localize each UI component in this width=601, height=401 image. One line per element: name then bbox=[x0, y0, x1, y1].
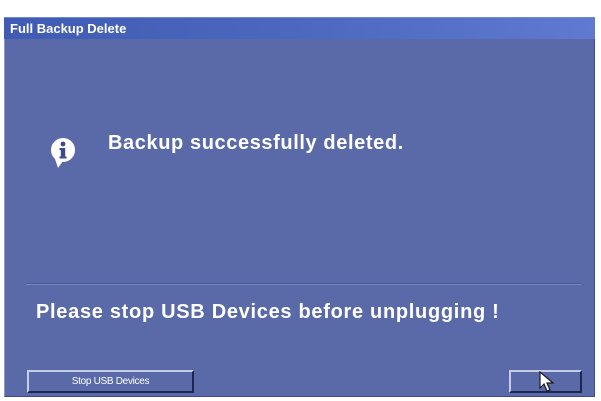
info-icon bbox=[51, 138, 75, 168]
status-message: Backup successfully deleted. bbox=[108, 132, 404, 154]
window-title: Full Backup Delete bbox=[10, 21, 127, 36]
ok-button[interactable]: OK bbox=[509, 370, 582, 393]
divider bbox=[26, 283, 581, 285]
stop-usb-devices-button[interactable]: Stop USB Devices bbox=[27, 370, 194, 393]
title-bar[interactable]: Full Backup Delete bbox=[4, 17, 595, 39]
dialog-window bbox=[4, 17, 595, 397]
usb-warning-text: Please stop USB Devices before unpluggin… bbox=[36, 301, 500, 323]
